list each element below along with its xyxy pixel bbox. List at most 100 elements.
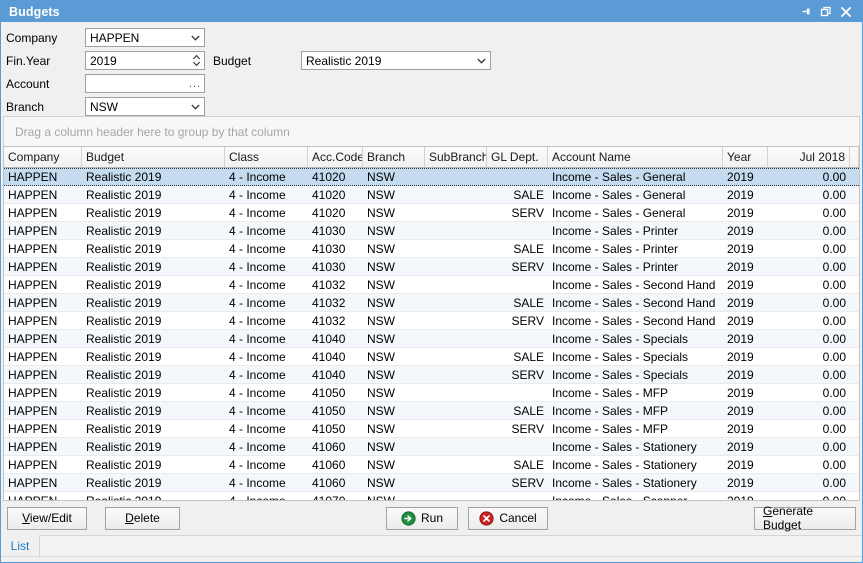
grid-column-header[interactable]: Account Name xyxy=(548,147,723,167)
grid-column-header[interactable]: Class xyxy=(225,147,308,167)
delete-button[interactable]: Delete xyxy=(105,507,180,530)
table-cell: HAPPEN xyxy=(4,276,82,293)
table-cell: 2019 xyxy=(723,169,768,185)
branch-combo[interactable]: NSW xyxy=(85,97,205,116)
table-row[interactable]: HAPPENRealistic 20194 - Income41040NSWIn… xyxy=(4,330,859,348)
chevron-down-icon[interactable] xyxy=(473,52,490,69)
table-cell: SALE xyxy=(487,294,548,311)
table-cell: 2019 xyxy=(723,420,768,437)
table-cell: NSW xyxy=(363,312,425,329)
chevron-down-icon[interactable] xyxy=(187,29,204,46)
table-cell: NSW xyxy=(363,330,425,347)
table-row[interactable]: HAPPENRealistic 20194 - Income41040NSWSE… xyxy=(4,366,859,384)
grid-column-header[interactable]: GL Dept. xyxy=(487,147,548,167)
table-cell: Realistic 2019 xyxy=(82,186,225,203)
table-row[interactable]: HAPPENRealistic 20194 - Income41032NSWSA… xyxy=(4,294,859,312)
company-combo[interactable]: HAPPEN xyxy=(85,28,205,47)
table-row[interactable]: HAPPENRealistic 20194 - Income41020NSWSA… xyxy=(4,186,859,204)
tab-list[interactable]: List xyxy=(1,535,39,556)
table-cell xyxy=(425,456,487,473)
table-cell: NSW xyxy=(363,204,425,221)
table-cell: 4 - Income xyxy=(225,366,308,383)
table-cell: SALE xyxy=(487,456,548,473)
spinner-updown-icon[interactable] xyxy=(189,52,204,69)
finyear-spinner[interactable]: 2019 xyxy=(85,51,205,70)
table-cell: SALE xyxy=(487,186,548,203)
table-row[interactable]: HAPPENRealistic 20194 - Income41070NSWIn… xyxy=(4,492,859,501)
grid-column-header[interactable]: Year xyxy=(723,147,768,167)
table-cell: 2019 xyxy=(723,492,768,501)
table-cell: Income - Sales - MFP xyxy=(548,420,723,437)
table-row[interactable]: HAPPENRealistic 20194 - Income41030NSWSA… xyxy=(4,240,859,258)
table-cell: SERV xyxy=(487,474,548,491)
pin-icon[interactable] xyxy=(796,3,816,21)
table-row[interactable]: HAPPENRealistic 20194 - Income41020NSWIn… xyxy=(4,168,859,186)
table-cell: 2019 xyxy=(723,456,768,473)
table-cell: 0.00 xyxy=(768,330,850,347)
table-row[interactable]: HAPPENRealistic 20194 - Income41032NSWIn… xyxy=(4,276,859,294)
close-icon[interactable] xyxy=(836,3,856,21)
table-cell: 2019 xyxy=(723,186,768,203)
group-by-panel[interactable]: Drag a column header here to group by th… xyxy=(3,116,860,146)
ellipsis-icon[interactable]: ... xyxy=(186,75,204,92)
budget-combo[interactable]: Realistic 2019 xyxy=(301,51,491,70)
table-cell-filler xyxy=(850,438,859,455)
group-by-hint: Drag a column header here to group by th… xyxy=(15,125,290,139)
table-cell: 4 - Income xyxy=(225,330,308,347)
table-row[interactable]: HAPPENRealistic 20194 - Income41050NSWSE… xyxy=(4,420,859,438)
finyear-value: 2019 xyxy=(86,54,189,68)
table-cell: Income - Sales - Specials xyxy=(548,366,723,383)
restore-icon[interactable] xyxy=(816,3,836,21)
grid-column-header[interactable]: Acc.Code xyxy=(308,147,363,167)
grid-column-header[interactable]: Company xyxy=(4,147,82,167)
grid-column-header[interactable]: Jul 2018 xyxy=(768,147,850,167)
table-cell: 2019 xyxy=(723,240,768,257)
grid-column-header[interactable]: Budget xyxy=(82,147,225,167)
budget-grid: CompanyBudgetClassAcc.CodeBranchSubBranc… xyxy=(3,146,860,501)
table-cell-filler xyxy=(850,330,859,347)
table-cell: Income - Sales - General xyxy=(548,169,723,185)
generate-budget-button[interactable]: Generate Budget xyxy=(754,507,856,530)
table-cell xyxy=(425,384,487,401)
table-row[interactable]: HAPPENRealistic 20194 - Income41060NSWSE… xyxy=(4,474,859,492)
table-cell-filler xyxy=(850,366,859,383)
cancel-button[interactable]: Cancel xyxy=(468,507,548,530)
table-row[interactable]: HAPPENRealistic 20194 - Income41050NSWSA… xyxy=(4,402,859,420)
table-cell xyxy=(487,492,548,501)
table-cell: 4 - Income xyxy=(225,402,308,419)
table-cell: 2019 xyxy=(723,366,768,383)
table-cell: 4 - Income xyxy=(225,456,308,473)
run-button[interactable]: Run xyxy=(386,507,458,530)
table-cell: Realistic 2019 xyxy=(82,169,225,185)
table-cell: 4 - Income xyxy=(225,474,308,491)
table-row[interactable]: HAPPENRealistic 20194 - Income41050NSWIn… xyxy=(4,384,859,402)
table-cell: 2019 xyxy=(723,312,768,329)
table-cell: Realistic 2019 xyxy=(82,258,225,275)
table-cell: Realistic 2019 xyxy=(82,222,225,239)
table-cell: NSW xyxy=(363,169,425,185)
table-cell: SERV xyxy=(487,366,548,383)
account-lookup[interactable]: ... xyxy=(85,74,205,93)
table-row[interactable]: HAPPENRealistic 20194 - Income41020NSWSE… xyxy=(4,204,859,222)
table-cell: 0.00 xyxy=(768,258,850,275)
table-row[interactable]: HAPPENRealistic 20194 - Income41060NSWIn… xyxy=(4,438,859,456)
budgets-window: Budgets Company HAPPEN xyxy=(0,0,863,563)
table-row[interactable]: HAPPENRealistic 20194 - Income41032NSWSE… xyxy=(4,312,859,330)
view-edit-button[interactable]: View/Edit xyxy=(7,507,87,530)
table-cell: 2019 xyxy=(723,438,768,455)
table-row[interactable]: HAPPENRealistic 20194 - Income41030NSWSE… xyxy=(4,258,859,276)
table-cell: NSW xyxy=(363,366,425,383)
table-row[interactable]: HAPPENRealistic 20194 - Income41030NSWIn… xyxy=(4,222,859,240)
table-cell-filler xyxy=(850,240,859,257)
table-row[interactable]: HAPPENRealistic 20194 - Income41060NSWSA… xyxy=(4,456,859,474)
table-row[interactable]: HAPPENRealistic 20194 - Income41040NSWSA… xyxy=(4,348,859,366)
table-cell: Realistic 2019 xyxy=(82,312,225,329)
table-cell: SERV xyxy=(487,312,548,329)
table-cell xyxy=(425,312,487,329)
grid-column-header[interactable]: SubBranch xyxy=(425,147,487,167)
table-cell: NSW xyxy=(363,258,425,275)
chevron-down-icon[interactable] xyxy=(187,98,204,115)
grid-column-header[interactable]: Branch xyxy=(363,147,425,167)
table-cell: Income - Sales - Scanner xyxy=(548,492,723,501)
table-cell: Realistic 2019 xyxy=(82,456,225,473)
